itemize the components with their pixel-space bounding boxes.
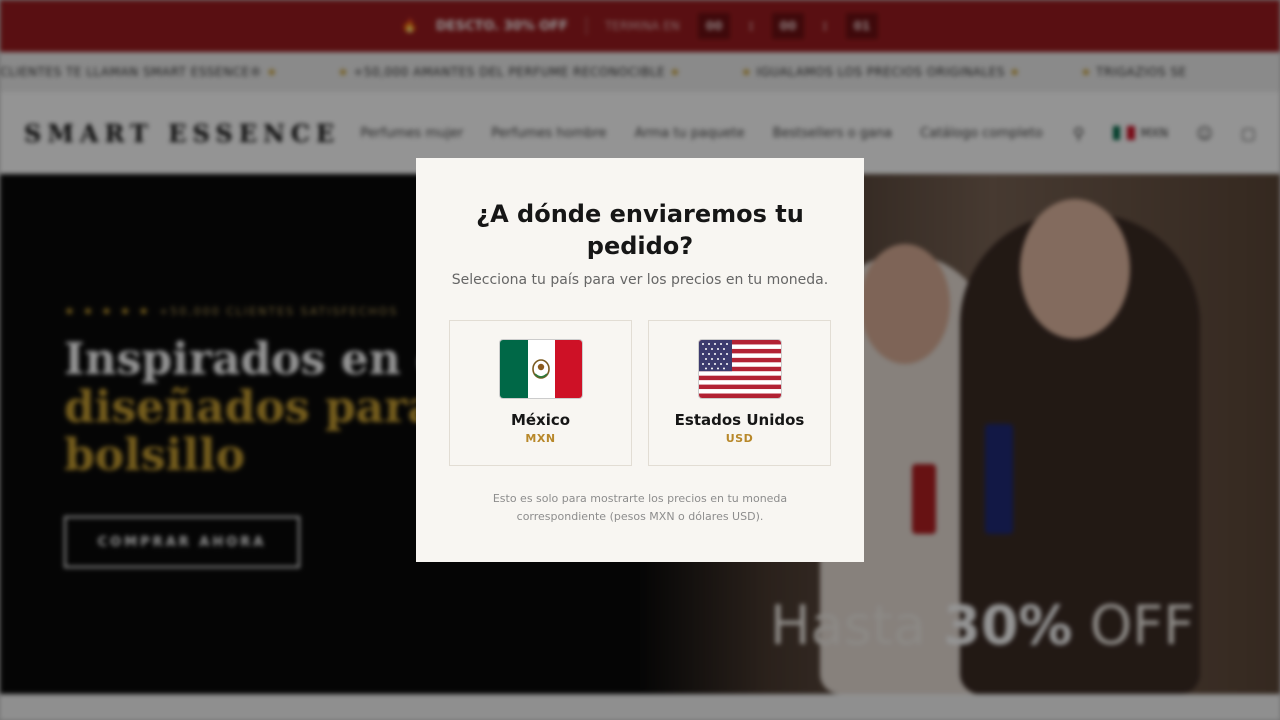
country-options: México MXN Estados Unidos USD [416, 320, 864, 466]
country-currency: USD [725, 432, 754, 445]
mexico-flag-icon [499, 340, 582, 398]
country-option-usa[interactable]: Estados Unidos USD [648, 320, 831, 466]
country-option-mexico[interactable]: México MXN [449, 320, 632, 466]
country-name: Estados Unidos [674, 411, 805, 429]
usa-flag-icon [698, 340, 781, 398]
modal-title: ¿A dónde enviaremos tu pedido? [476, 200, 804, 260]
country-currency: MXN [525, 432, 556, 445]
modal-note: Esto es solo para mostrarte los precios … [492, 492, 788, 523]
country-name: México [510, 411, 571, 429]
country-select-modal: ¿A dónde enviaremos tu pedido? Seleccion… [416, 158, 864, 562]
modal-subtitle: Selecciona tu país para ver los precios … [451, 272, 829, 288]
